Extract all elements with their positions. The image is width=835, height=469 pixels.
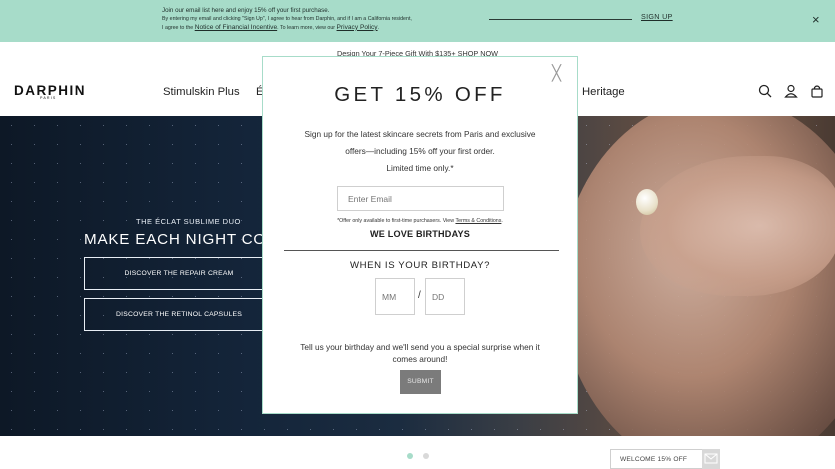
banner-line3-prefix: I agree to the bbox=[162, 24, 195, 31]
modal-body-line1: Sign up for the latest skincare secrets … bbox=[304, 129, 536, 139]
welcome-offer-tab[interactable]: WELCOME 15% OFF bbox=[610, 449, 720, 469]
welcome-offer-label: WELCOME 15% OFF bbox=[620, 456, 688, 463]
email-field[interactable] bbox=[337, 186, 504, 211]
offer-fine-print: *Offer only available to first-time purc… bbox=[263, 218, 577, 224]
carousel-dot-active[interactable] bbox=[407, 453, 413, 459]
modal-close-icon[interactable]: ╳ bbox=[552, 64, 561, 82]
banner-line3-mid: . To learn more, view our bbox=[277, 24, 337, 31]
search-icon[interactable] bbox=[758, 84, 772, 98]
birth-day-field[interactable] bbox=[425, 278, 465, 315]
modal-body-line2: offers—including 15% off your first orde… bbox=[345, 146, 495, 156]
banner-signup-button[interactable]: SIGN UP bbox=[641, 12, 673, 21]
mail-icon bbox=[702, 449, 720, 469]
fine-print-prefix: *Offer only available to first-time purc… bbox=[337, 218, 456, 224]
email-input[interactable] bbox=[338, 187, 503, 210]
submit-button[interactable]: SUBMIT bbox=[400, 370, 441, 394]
promo-strip[interactable]: Design Your 7-Piece Gift With $135+ SHOP… bbox=[0, 42, 835, 58]
carousel-dot[interactable] bbox=[423, 453, 429, 459]
discover-retinol-capsules-button[interactable]: DISCOVER THE RETINOL CAPSULES bbox=[84, 298, 274, 331]
privacy-link[interactable]: Privacy Policy bbox=[337, 24, 378, 31]
email-signup-banner: Join our email list here and enjoy 15% o… bbox=[0, 0, 835, 42]
divider bbox=[284, 250, 559, 251]
terms-link[interactable]: Terms & Conditions bbox=[455, 218, 501, 224]
modal-body-line3: Limited time only.* bbox=[386, 163, 454, 173]
banner-email-field[interactable] bbox=[489, 19, 632, 20]
signup-modal: ╳ GET 15% OFF Sign up for the latest ski… bbox=[262, 56, 578, 414]
birth-day-input[interactable] bbox=[426, 279, 464, 314]
birthday-text-line2: comes around! bbox=[392, 354, 448, 364]
logo-subtext: PARIS bbox=[40, 96, 57, 100]
birthday-heading: WE LOVE BIRTHDAYS bbox=[369, 229, 471, 239]
fine-print-end: . bbox=[501, 218, 503, 224]
birth-month-input[interactable] bbox=[376, 279, 414, 314]
banner-line1: Join our email list here and enjoy 15% o… bbox=[162, 7, 330, 14]
hero-title: MAKE EACH NIGHT CO bbox=[84, 231, 267, 248]
account-icon[interactable] bbox=[784, 84, 798, 98]
discover-repair-cream-button[interactable]: DISCOVER THE REPAIR CREAM bbox=[84, 257, 274, 290]
banner-line3-end: . bbox=[377, 24, 380, 31]
nav-item-stimulskin[interactable]: Stimulskin Plus bbox=[163, 86, 240, 98]
birthday-text-line1: Tell us your birthday and we'll send you… bbox=[300, 342, 540, 352]
banner-line2: By entering my email and clicking "Sign … bbox=[162, 16, 412, 23]
modal-title: GET 15% OFF bbox=[334, 83, 506, 106]
birth-month-field[interactable] bbox=[375, 278, 415, 315]
bag-icon[interactable] bbox=[810, 84, 824, 98]
date-separator: / bbox=[418, 290, 421, 301]
birthday-question: WHEN IS YOUR BIRTHDAY? bbox=[349, 260, 491, 271]
hero-subtitle: THE ÉCLAT SUBLIME DUO bbox=[136, 217, 241, 226]
banner-close-icon[interactable]: × bbox=[812, 12, 820, 27]
nav-item-heritage[interactable]: Heritage bbox=[582, 86, 625, 98]
banner-text: Join our email list here and enjoy 15% o… bbox=[162, 7, 492, 32]
hero-capsule-image bbox=[636, 189, 658, 215]
notice-link[interactable]: Notice of Financial Incentive bbox=[195, 24, 277, 31]
